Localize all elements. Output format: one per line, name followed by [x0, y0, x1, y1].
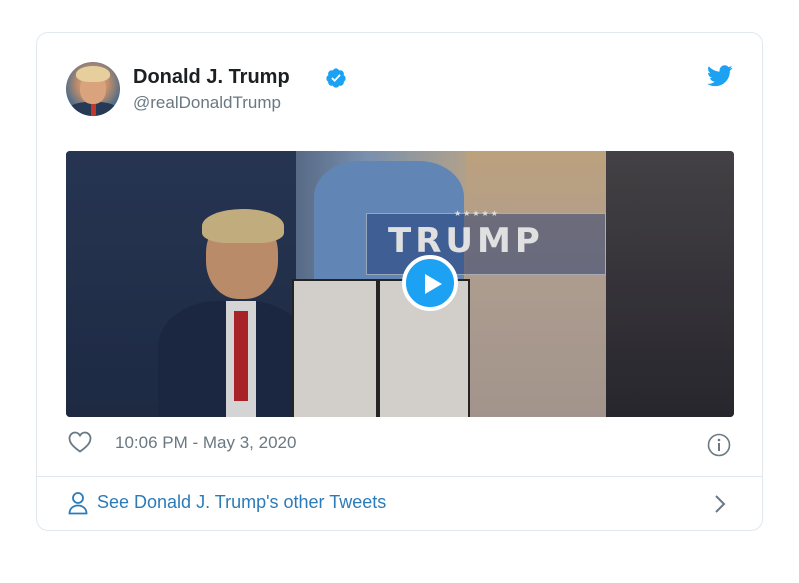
avatar-tie	[91, 102, 96, 116]
see-other-tweets-link[interactable]: See Donald J. Trump's other Tweets	[97, 492, 386, 513]
chevron-right-icon[interactable]	[713, 493, 727, 515]
info-icon[interactable]	[707, 433, 731, 457]
tweet-card[interactable]: Donald J. Trump @realDonaldTrump ★★★★★ T…	[36, 32, 763, 531]
thumbnail-overlay	[66, 151, 734, 417]
heart-icon[interactable]	[68, 431, 92, 453]
footer-divider	[37, 476, 762, 477]
author-name[interactable]: Donald J. Trump	[133, 66, 290, 89]
twitter-bird-icon[interactable]	[707, 65, 733, 87]
avatar-hair	[76, 66, 110, 82]
author-handle[interactable]: @realDonaldTrump	[133, 93, 281, 113]
play-button[interactable]	[402, 255, 458, 311]
play-icon	[425, 274, 442, 294]
tweet-timestamp[interactable]: 10:06 PM - May 3, 2020	[115, 433, 296, 453]
verified-badge-icon	[326, 68, 346, 88]
person-icon	[68, 492, 88, 515]
video-thumbnail[interactable]: ★★★★★ TRUMP	[66, 151, 734, 417]
avatar[interactable]	[66, 62, 120, 116]
